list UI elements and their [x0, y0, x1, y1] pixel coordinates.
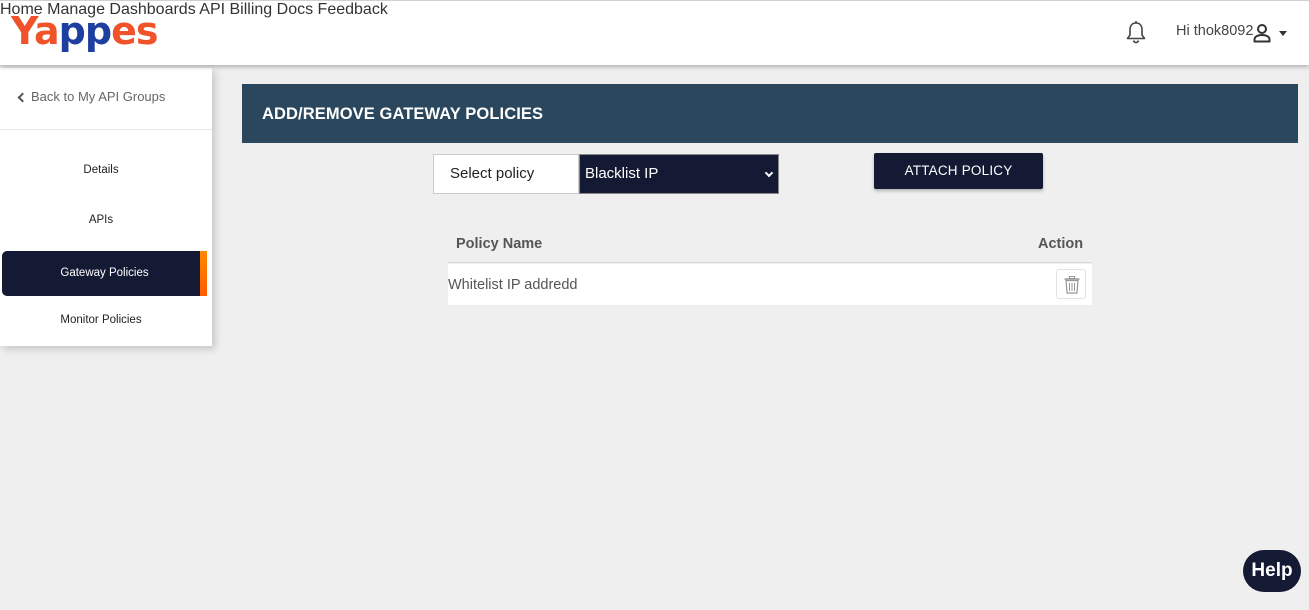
help-button[interactable]: Help	[1243, 550, 1301, 592]
sidebar-item-monitor-policies[interactable]: Monitor Policies	[0, 314, 202, 326]
policy-name-cell: Whitelist IP addredd	[448, 277, 578, 293]
top-navbar: Yappes Home Manage Dashboards API Billin…	[0, 0, 1309, 65]
back-to-api-groups-link[interactable]: Back to My API Groups	[17, 89, 166, 104]
nav-docs[interactable]: Docs	[277, 1, 313, 18]
nav-feedback[interactable]: Feedback	[318, 1, 388, 18]
policy-select[interactable]: Blacklist IP	[579, 154, 779, 194]
logo-text-part-3: es	[111, 9, 158, 53]
policy-select-value: Blacklist IP	[585, 165, 659, 182]
bell-icon[interactable]	[1125, 20, 1147, 44]
panel-header: ADD/REMOVE GATEWAY POLICIES	[242, 84, 1298, 143]
page-title: ADD/REMOVE GATEWAY POLICIES	[262, 105, 544, 123]
sidebar-item-apis[interactable]: APIs	[0, 214, 202, 226]
back-link-label: Back to My API Groups	[31, 89, 166, 104]
logo-text-part-2: pp	[58, 9, 112, 53]
user-icon[interactable]	[1253, 23, 1271, 43]
sidebar-divider	[0, 129, 212, 130]
table-row: Whitelist IP addredd	[448, 264, 1092, 305]
logo-text-part-1: Ya	[11, 9, 60, 53]
sidebar-item-gateway-policies[interactable]: Gateway Policies	[2, 251, 207, 296]
column-header-action: Action	[1038, 236, 1084, 252]
chevron-left-icon	[17, 92, 28, 102]
table-header-divider	[448, 262, 1092, 263]
delete-policy-button[interactable]	[1056, 269, 1086, 299]
attach-policy-button[interactable]: ATTACH POLICY	[874, 153, 1043, 189]
caret-down-icon[interactable]	[1279, 31, 1287, 36]
column-header-policy-name: Policy Name	[456, 236, 543, 252]
sidebar: Back to My API Groups Details APIs Gatew…	[0, 68, 212, 346]
trash-icon	[1064, 276, 1080, 294]
select-policy-label: Select policy	[433, 154, 579, 194]
nav-api-billing[interactable]: API Billing	[199, 1, 272, 18]
user-greeting[interactable]: Hi thok8092	[1176, 23, 1253, 39]
sidebar-item-details[interactable]: Details	[0, 164, 202, 176]
yappes-logo[interactable]: Yappes	[11, 9, 158, 53]
